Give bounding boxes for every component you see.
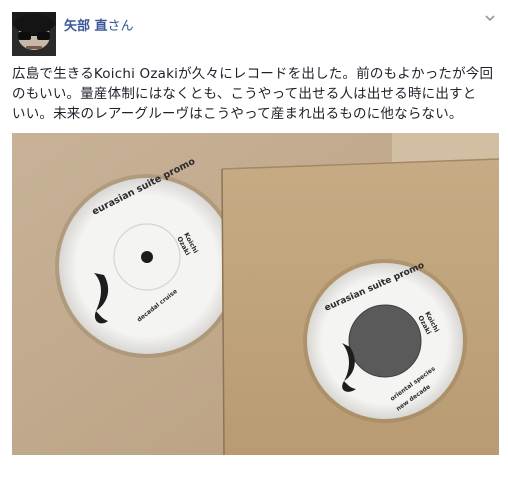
post-text-line: 広島で生きるKoichi Ozakiが久々にレコードを出した。前のもよかったが今… [12, 66, 494, 82]
post-author: 矢部 直さん [64, 16, 134, 34]
left-record-label [59, 178, 235, 354]
author-name-link[interactable]: 矢部 直 [64, 19, 108, 34]
record-sleeves-photo: eurasian suite promo Koichi Ozaki decada… [12, 133, 499, 455]
avatar[interactable] [12, 12, 56, 56]
facebook-post: 矢部 直さん 広島で生きるKoichi Ozakiが久々にレコードを出した。前の… [0, 0, 508, 480]
post-text: 広島で生きるKoichi Ozakiが久々にレコードを出した。前のもよかったが今… [12, 64, 498, 124]
post-text-line: いい。未来のレアーグルーヴはこうやって産まれ出るものに他ならない。 [12, 106, 463, 122]
post-photo[interactable]: eurasian suite promo Koichi Ozaki decada… [12, 133, 499, 455]
author-honorific: さん [107, 19, 134, 34]
chevron-down-icon[interactable] [482, 12, 498, 28]
left-record-spindle [141, 251, 153, 263]
post-text-line: のもいい。量産体制にはなくとも、こうやって出せる人は出せる時に出すと [12, 86, 477, 102]
avatar-image [12, 12, 56, 56]
